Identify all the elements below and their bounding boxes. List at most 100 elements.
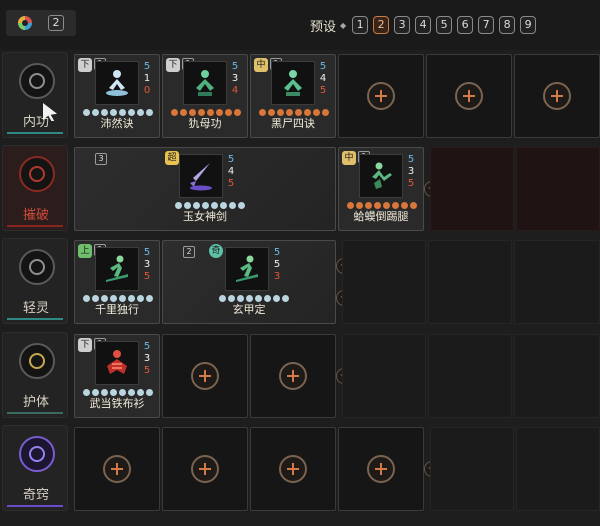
loadout-selector[interactable]: 2 (6, 10, 76, 36)
category-neigong[interactable]: 内功 (2, 52, 68, 138)
locked-slot (430, 427, 514, 511)
tier-badge: 中 (254, 58, 268, 72)
skill-name: 玄甲定 (232, 303, 266, 316)
skill-card-qianliduxing[interactable]: 上 1 5 3 5 千里独行 (74, 240, 160, 324)
skill-stats: 5 3 5 (407, 154, 415, 189)
diamond-icon: ◆ (340, 20, 347, 30)
qingling-emblem-icon (19, 249, 55, 285)
empty-skill-slot[interactable] (338, 54, 424, 138)
tier-badge: 下 (78, 338, 92, 352)
skill-stats: 5 4 5 (227, 154, 235, 189)
skill-name: 武当铁布衫 (89, 397, 145, 410)
add-skill-icon[interactable] (367, 82, 395, 110)
row-cuipo: 摧破 3 超 5 4 5 玉女神剑 中 1 (0, 145, 600, 233)
tier-badge: 下 (166, 58, 180, 72)
add-skill-icon[interactable] (191, 455, 219, 483)
category-underline (7, 412, 63, 414)
skeleton-figure-icon (196, 70, 214, 96)
add-skill-icon[interactable] (103, 455, 131, 483)
skill-card-heishisijue[interactable]: 中 1 5 4 5 黑尸四诀 (250, 54, 336, 138)
skill-icon-box (225, 247, 269, 291)
tier-badge: 超 (165, 151, 179, 165)
empty-skill-slot[interactable] (338, 427, 424, 511)
skill-name: 千里独行 (95, 303, 139, 316)
tier-badge: 下 (78, 58, 92, 72)
preset-button-2[interactable]: 2 (373, 16, 390, 34)
top-bar: 2 预设 ◆ 1 2 3 4 5 6 7 8 9 (0, 0, 600, 50)
category-qiqiao[interactable]: 奇窍 (2, 425, 68, 511)
skill-name: 玉女神剑 (183, 210, 227, 223)
neigong-emblem-icon (19, 63, 55, 99)
tier-badge: 奇 (209, 244, 223, 258)
iron-shirt-figure-icon (107, 350, 127, 374)
skill-card-hamadaotitui[interactable]: 中 1 5 3 5 蛤蟆倒踢腿 (338, 147, 424, 231)
locked-slot (516, 147, 600, 231)
skill-stats: 5 4 5 (319, 61, 327, 96)
rank-badge: 3 (95, 153, 107, 165)
skill-name: 黑尸四诀 (271, 117, 315, 130)
armored-figure-icon (236, 255, 258, 282)
add-skill-icon[interactable] (455, 82, 483, 110)
category-cuipo[interactable]: 摧破 (2, 145, 68, 231)
category-qingling[interactable]: 轻灵 (2, 238, 68, 324)
loadout-count-badge: 2 (48, 15, 64, 31)
huti-emblem-icon (19, 343, 55, 379)
empty-skill-slot[interactable] (162, 334, 248, 418)
cuipo-emblem-icon (19, 156, 55, 192)
element-wheel-icon (18, 16, 32, 30)
preset-button-5[interactable]: 5 (436, 16, 453, 34)
locked-slot (342, 240, 426, 324)
locked-slot (428, 240, 512, 324)
skill-card-xuanjiading[interactable]: 2 奇 5 5 3 玄甲定 (162, 240, 336, 324)
skill-stats: 5 3 5 (143, 341, 151, 376)
empty-skill-slot[interactable] (162, 427, 248, 511)
skill-icon-box (95, 341, 139, 385)
skill-stats: 5 3 5 (143, 247, 151, 282)
add-skill-icon[interactable] (367, 455, 395, 483)
category-huti[interactable]: 护体 (2, 332, 68, 418)
skill-stats: 5 5 3 (273, 247, 281, 282)
skill-card-yunvshenjian[interactable]: 3 超 5 4 5 玉女神剑 (74, 147, 336, 231)
preset-button-8[interactable]: 8 (499, 16, 516, 34)
empty-skill-slot[interactable] (250, 334, 336, 418)
empty-skill-slot[interactable] (74, 427, 160, 511)
add-skill-icon[interactable] (279, 455, 307, 483)
add-skill-icon[interactable] (543, 82, 571, 110)
skill-card-wudangtiebushan[interactable]: 下 1 5 3 5 武当铁布衫 (74, 334, 160, 418)
preset-button-4[interactable]: 4 (415, 16, 432, 34)
row-qiqiao: 奇窍 + (0, 425, 600, 513)
add-skill-icon[interactable] (191, 362, 219, 390)
skill-name: 犰母功 (188, 117, 222, 130)
skill-icon-box (95, 247, 139, 291)
skill-card-qiumugong[interactable]: 下 1 5 3 4 犰母功 (162, 54, 248, 138)
preset-button-9[interactable]: 9 (520, 16, 537, 34)
add-skill-icon[interactable] (279, 362, 307, 390)
preset-button-6[interactable]: 6 (457, 16, 474, 34)
skill-icon-box (95, 61, 139, 105)
category-underline (7, 505, 63, 507)
tier-badge: 中 (342, 151, 356, 165)
row-qingling: 轻灵 上 1 5 3 5 千里独行 2 奇 (0, 238, 600, 326)
skill-card-peiranjue[interactable]: 下 1 5 1 0 沛然诀 (74, 54, 160, 138)
leaping-figure-icon (106, 255, 128, 282)
preset-button-1[interactable]: 1 (352, 16, 369, 34)
skill-icon-box (271, 61, 315, 105)
category-underline (7, 225, 63, 227)
empty-skill-slot[interactable] (426, 54, 512, 138)
skill-icon-box (359, 154, 403, 198)
locked-slot (514, 334, 600, 418)
empty-skill-slot[interactable] (250, 427, 336, 511)
empty-skill-slot[interactable] (514, 54, 600, 138)
preset-button-3[interactable]: 3 (394, 16, 411, 34)
locked-slot (342, 334, 426, 418)
category-label: 护体 (22, 395, 49, 410)
rank-badge: 2 (183, 246, 195, 258)
skill-stats: 5 3 4 (231, 61, 239, 96)
row-huti: 护体 下 1 5 3 5 武当铁布衫 + (0, 332, 600, 420)
skill-icon-box (179, 154, 223, 198)
preset-button-7[interactable]: 7 (478, 16, 495, 34)
category-label: 摧破 (22, 208, 49, 223)
skill-name: 蛤蟆倒踢腿 (353, 210, 409, 223)
category-label: 奇窍 (22, 488, 49, 503)
locked-slot (428, 334, 512, 418)
